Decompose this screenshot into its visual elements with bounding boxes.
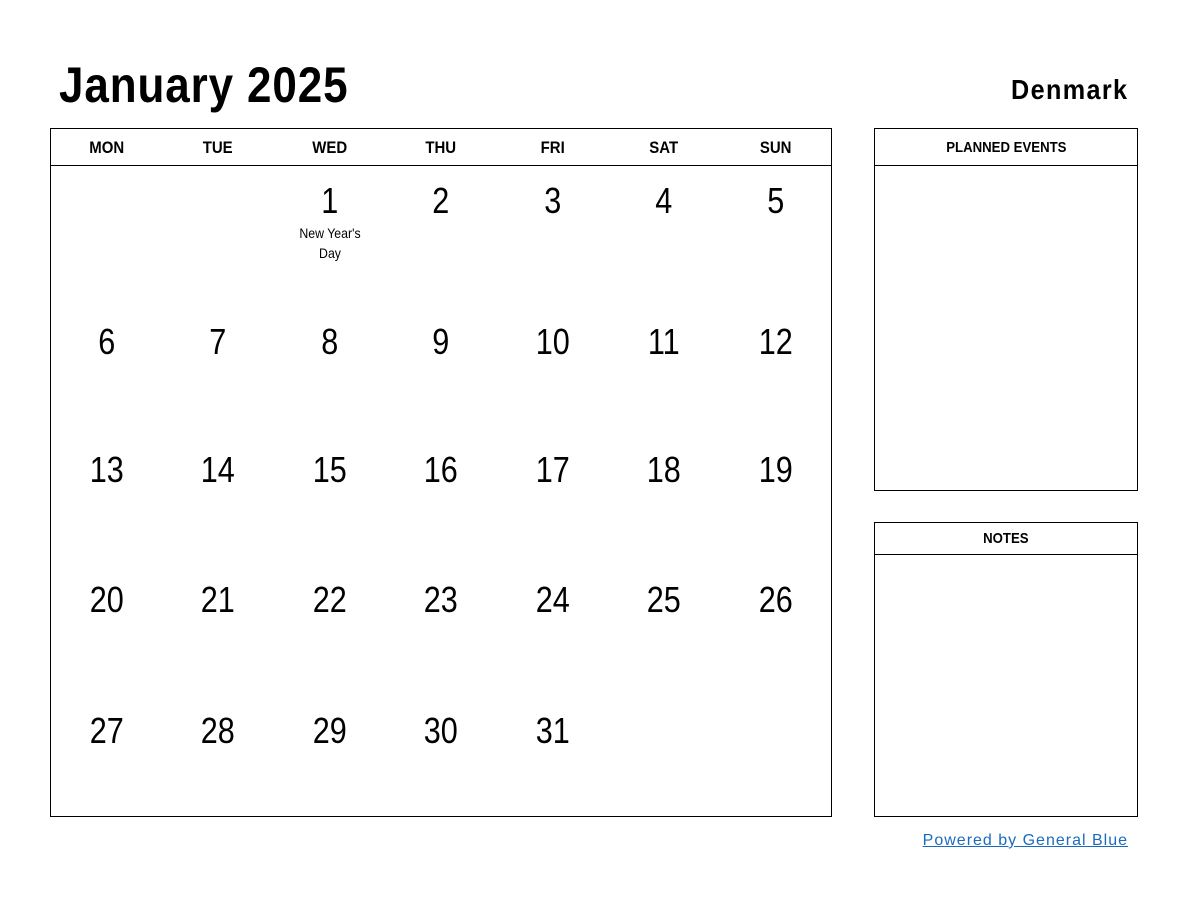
notes-panel: NOTES bbox=[874, 522, 1138, 817]
day-number: 17 bbox=[535, 449, 570, 490]
day-number: 16 bbox=[423, 449, 458, 490]
day-cell bbox=[608, 711, 719, 751]
planned-events-title: PLANNED EVENTS bbox=[945, 139, 1067, 156]
day-cell[interactable]: 16 bbox=[385, 450, 496, 490]
day-number: 1 bbox=[321, 180, 339, 221]
weekday-fri: FRI bbox=[540, 138, 565, 157]
day-cell bbox=[720, 711, 831, 751]
day-number: 10 bbox=[535, 321, 570, 362]
country-label: Denmark bbox=[1010, 74, 1128, 105]
day-cell[interactable]: 12 bbox=[720, 322, 831, 362]
notes-title: NOTES bbox=[983, 530, 1029, 547]
weekday-header: MON TUE WED THU FRI SAT SUN bbox=[51, 129, 831, 166]
calendar-grid: MON TUE WED THU FRI SAT SUN 1 New Year's … bbox=[50, 128, 832, 817]
weekday-sun: SUN bbox=[759, 138, 792, 157]
day-cell[interactable]: 13 bbox=[51, 450, 162, 490]
day-cell[interactable]: 22 bbox=[274, 580, 385, 620]
calendar-title: January 2025 bbox=[59, 57, 349, 113]
day-number: 27 bbox=[89, 710, 124, 751]
day-number: 13 bbox=[89, 449, 124, 490]
day-cell[interactable]: 19 bbox=[720, 450, 831, 490]
day-number: 23 bbox=[423, 579, 458, 620]
day-cell[interactable]: 25 bbox=[608, 580, 719, 620]
day-number: 8 bbox=[321, 321, 339, 362]
day-cell[interactable]: 14 bbox=[162, 450, 273, 490]
weekday-thu: THU bbox=[425, 138, 457, 157]
day-cell[interactable]: 26 bbox=[720, 580, 831, 620]
day-cell[interactable]: 5 bbox=[720, 181, 831, 263]
day-cell[interactable]: 18 bbox=[608, 450, 719, 490]
day-number: 12 bbox=[758, 321, 793, 362]
day-number: 11 bbox=[647, 321, 680, 362]
day-cell[interactable]: 15 bbox=[274, 450, 385, 490]
weekday-sat: SAT bbox=[649, 138, 679, 157]
day-number: 28 bbox=[201, 710, 236, 751]
day-number: 9 bbox=[432, 321, 450, 362]
day-cell[interactable]: 6 bbox=[51, 322, 162, 362]
day-cell[interactable]: 23 bbox=[385, 580, 496, 620]
day-cell[interactable]: 17 bbox=[497, 450, 608, 490]
day-number: 26 bbox=[758, 579, 793, 620]
day-number: 30 bbox=[423, 710, 458, 751]
planned-events-header: PLANNED EVENTS bbox=[875, 129, 1137, 166]
day-number: 31 bbox=[535, 710, 570, 751]
day-cell[interactable]: 1 New Year's Day bbox=[274, 181, 385, 263]
day-cell[interactable]: 7 bbox=[162, 322, 273, 362]
holiday-label: New Year's Day bbox=[298, 225, 361, 261]
day-cell[interactable]: 28 bbox=[162, 711, 273, 751]
day-cell bbox=[51, 181, 162, 263]
day-cell[interactable]: 30 bbox=[385, 711, 496, 751]
day-number: 4 bbox=[655, 180, 673, 221]
weekday-wed: WED bbox=[312, 138, 348, 157]
day-number: 21 bbox=[201, 579, 236, 620]
notes-header: NOTES bbox=[875, 523, 1137, 555]
day-number: 3 bbox=[543, 180, 561, 221]
day-number: 19 bbox=[758, 449, 793, 490]
week-row: 20 21 22 23 24 25 26 bbox=[51, 580, 831, 620]
planned-events-panel: PLANNED EVENTS bbox=[874, 128, 1138, 491]
day-cell[interactable]: 24 bbox=[497, 580, 608, 620]
day-number: 18 bbox=[646, 449, 681, 490]
notes-body[interactable] bbox=[875, 555, 1137, 816]
day-cell[interactable]: 10 bbox=[497, 322, 608, 362]
day-number: 14 bbox=[201, 449, 236, 490]
day-number: 15 bbox=[312, 449, 347, 490]
day-cell[interactable]: 8 bbox=[274, 322, 385, 362]
day-number: 5 bbox=[766, 180, 784, 221]
day-cell[interactable]: 31 bbox=[497, 711, 608, 751]
weekday-tue: TUE bbox=[203, 138, 234, 157]
day-cell[interactable]: 2 bbox=[385, 181, 496, 263]
day-cell[interactable]: 3 bbox=[497, 181, 608, 263]
day-cell[interactable]: 9 bbox=[385, 322, 496, 362]
day-number: 7 bbox=[209, 321, 227, 362]
day-cell[interactable]: 27 bbox=[51, 711, 162, 751]
day-cell[interactable]: 29 bbox=[274, 711, 385, 751]
day-number: 2 bbox=[432, 180, 450, 221]
week-row: 13 14 15 16 17 18 19 bbox=[51, 450, 831, 490]
day-number: 22 bbox=[312, 579, 347, 620]
day-cell bbox=[162, 181, 273, 263]
week-row: 6 7 8 9 10 11 12 bbox=[51, 322, 831, 362]
day-cell[interactable]: 21 bbox=[162, 580, 273, 620]
day-number: 20 bbox=[89, 579, 124, 620]
day-number: 29 bbox=[312, 710, 347, 751]
day-cell[interactable]: 20 bbox=[51, 580, 162, 620]
day-cell[interactable]: 4 bbox=[608, 181, 719, 263]
week-row: 27 28 29 30 31 bbox=[51, 711, 831, 751]
day-number: 25 bbox=[646, 579, 681, 620]
weekday-mon: MON bbox=[89, 138, 125, 157]
day-number: 24 bbox=[535, 579, 570, 620]
week-row: 1 New Year's Day 2 3 4 5 bbox=[51, 181, 831, 263]
powered-by-link[interactable]: Powered by General Blue bbox=[923, 832, 1128, 850]
planned-events-body[interactable] bbox=[875, 166, 1137, 490]
day-number: 6 bbox=[98, 321, 116, 362]
day-cell[interactable]: 11 bbox=[608, 322, 719, 362]
